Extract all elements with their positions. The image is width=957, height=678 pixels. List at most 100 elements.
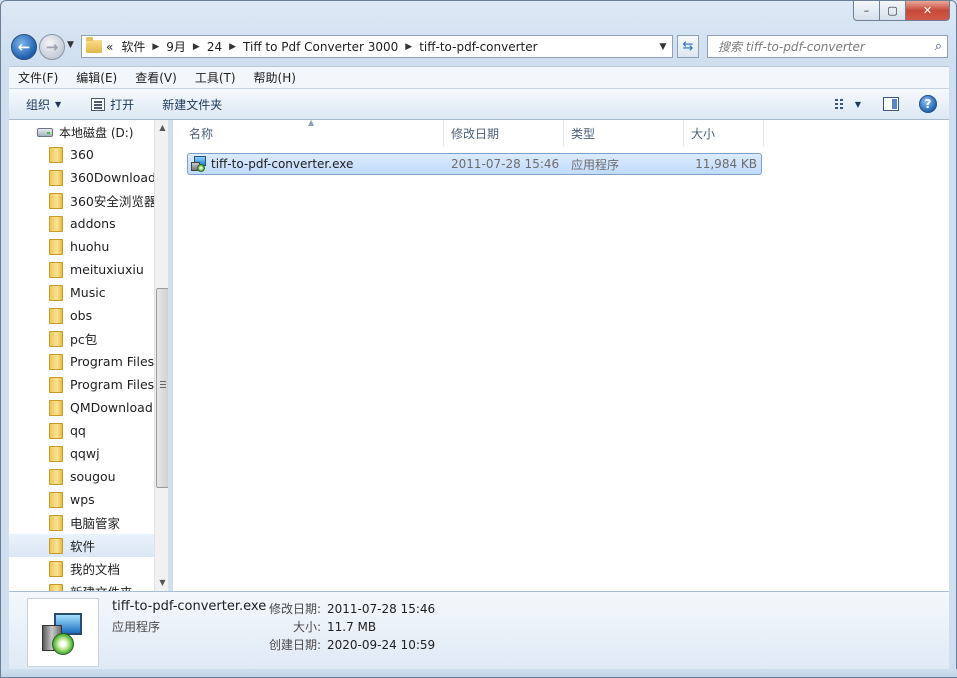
tree-item[interactable]: Program Files (x86) <box>9 373 154 396</box>
folder-icon <box>49 307 63 324</box>
tree-item[interactable]: huohu <box>9 235 154 258</box>
recent-pages-dropdown[interactable]: ▼ <box>67 40 74 50</box>
breadcrumb-item[interactable]: 9月 <box>166 38 186 55</box>
breadcrumb-item[interactable]: 软件 <box>121 38 145 55</box>
column-header-date[interactable]: 修改日期 <box>444 120 564 146</box>
column-header-row: ▲ 名称 修改日期 类型 大小 <box>173 118 949 146</box>
tree-item-drive-d[interactable]: 本地磁盘 (D:) <box>37 124 133 141</box>
minimize-button[interactable]: – <box>853 1 880 21</box>
search-input[interactable] <box>716 38 916 55</box>
column-header-name-label: 名称 <box>189 126 214 141</box>
scrollbar-thumb[interactable] <box>156 288 168 488</box>
back-button[interactable]: ← <box>11 34 37 60</box>
forward-button[interactable]: → <box>39 34 65 60</box>
sort-ascending-icon: ▲ <box>308 118 315 127</box>
tree-item-label: 新建文件夹 <box>70 582 133 591</box>
help-icon[interactable]: ? <box>919 95 937 113</box>
tree-item[interactable]: qq <box>9 419 154 442</box>
organize-label: 组织 <box>26 97 51 112</box>
preview-pane-icon[interactable] <box>883 97 899 111</box>
tree-item[interactable]: obs <box>9 304 154 327</box>
folder-icon <box>49 238 63 255</box>
tree-item[interactable]: 新建文件夹 <box>9 580 154 591</box>
address-dropdown-icon[interactable]: ▼ <box>654 42 672 52</box>
refresh-button[interactable]: ⇆ <box>677 35 699 58</box>
column-header-size[interactable]: 大小 <box>684 120 764 146</box>
tree-item[interactable]: 我的文档 <box>9 557 154 580</box>
details-created-value: 2020-09-24 10:59 <box>327 638 436 652</box>
breadcrumb-item[interactable]: 24 <box>207 40 222 54</box>
menu-help[interactable]: 帮助(H) <box>245 69 305 86</box>
details-modified-value: 2011-07-28 15:46 <box>327 602 436 616</box>
details-size-value: 11.7 MB <box>327 620 377 634</box>
chevron-right-icon[interactable]: ▶ <box>193 42 200 52</box>
tree-item[interactable]: wps <box>9 488 154 511</box>
details-created-label: 创建日期: <box>268 638 321 652</box>
menu-view[interactable]: 查看(V) <box>126 69 186 86</box>
tree-item-label: meituxiuxiu <box>70 262 144 277</box>
folder-icon <box>49 491 63 508</box>
file-date: 2011-07-28 15:46 <box>451 157 560 171</box>
tree-item[interactable]: 360安全浏览器下载 <box>9 189 154 212</box>
menu-file[interactable]: 文件(F) <box>9 69 67 86</box>
tree-item[interactable]: qqwj <box>9 442 154 465</box>
chevron-right-icon[interactable]: ▶ <box>229 42 236 52</box>
tree-item-label: addons <box>70 216 116 231</box>
scroll-down-icon[interactable]: ▼ <box>155 575 168 591</box>
tree-item[interactable]: sougou <box>9 465 154 488</box>
tree-item[interactable]: 电脑管家 <box>9 511 154 534</box>
tree-item-label: Program Files <box>70 354 154 369</box>
scroll-up-icon[interactable]: ▲ <box>155 120 168 136</box>
navigation-scrollbar[interactable]: ▲ ▼ <box>154 120 168 591</box>
open-button[interactable]: 打开 <box>71 96 144 113</box>
file-size: 11,984 KB <box>695 157 757 171</box>
change-view-icon[interactable] <box>834 98 849 110</box>
organize-button[interactable]: 组织 ▼ <box>9 96 71 113</box>
breadcrumb-item-current[interactable]: tiff-to-pdf-converter <box>419 40 537 54</box>
view-options-dropdown-icon[interactable]: ▼ <box>855 100 861 109</box>
folder-icon <box>49 468 63 485</box>
tree-item[interactable]: pc包 <box>9 327 154 350</box>
tree-item[interactable]: Music <box>9 281 154 304</box>
tree-item[interactable]: 360 <box>9 143 154 166</box>
window-bottom-edge <box>1 669 957 677</box>
folder-icon <box>49 537 63 554</box>
tree-item-label: Program Files (x86) <box>70 377 154 392</box>
file-row-selected[interactable]: tiff-to-pdf-converter.exe 2011-07-28 15:… <box>187 153 762 175</box>
tree-drive-label: 本地磁盘 (D:) <box>59 126 134 140</box>
tree-item[interactable]: addons <box>9 212 154 235</box>
tree-item[interactable]: Program Files <box>9 350 154 373</box>
tree-item[interactable]: 360Downloads <box>9 166 154 189</box>
column-header-type[interactable]: 类型 <box>564 120 684 146</box>
command-bar-right: ▼ ? <box>834 95 949 113</box>
menu-edit[interactable]: 编辑(E) <box>67 69 126 86</box>
address-bar[interactable]: « 软件 ▶ 9月 ▶ 24 ▶ Tiff to Pdf Converter 3… <box>81 35 673 58</box>
folder-tree: 360 360Downloads 360安全浏览器下载 addons huohu meit… <box>9 143 154 591</box>
menu-tools[interactable]: 工具(T) <box>186 69 245 86</box>
tree-item[interactable]: QMDownload <box>9 396 154 419</box>
maximize-button[interactable]: ▢ <box>880 1 906 21</box>
chevron-right-icon[interactable]: ▶ <box>405 42 412 52</box>
folder-icon <box>49 353 63 370</box>
search-box[interactable]: ⌕ <box>707 35 948 58</box>
chevron-right-icon[interactable]: ▶ <box>152 42 159 52</box>
search-icon[interactable]: ⌕ <box>935 39 942 54</box>
tree-item-label: pc包 <box>70 332 98 347</box>
tree-item-label: sougou <box>70 469 116 484</box>
tree-item-selected[interactable]: 软件 <box>9 534 154 557</box>
tree-item-label: QMDownload <box>70 400 153 415</box>
close-button[interactable]: ✕ <box>906 1 950 21</box>
folder-icon <box>49 583 63 591</box>
grip-icon <box>160 381 166 382</box>
breadcrumb-overflow[interactable]: « <box>106 40 113 54</box>
tree-item-label: Music <box>70 285 106 300</box>
new-folder-button[interactable]: 新建文件夹 <box>144 96 232 113</box>
new-folder-label: 新建文件夹 <box>162 97 223 112</box>
column-header-name[interactable]: ▲ 名称 <box>173 118 444 146</box>
details-labels: 修改日期: 大小: 创建日期: <box>249 600 321 654</box>
explorer-window: – ▢ ✕ ← → ▼ « 软件 ▶ 9月 ▶ 24 ▶ Tiff to Pdf… <box>0 0 957 678</box>
folder-icon <box>49 514 63 531</box>
breadcrumb-item[interactable]: Tiff to Pdf Converter 3000 <box>243 40 398 54</box>
tree-item[interactable]: meituxiuxiu <box>9 258 154 281</box>
tree-item-label: 360 <box>70 147 94 162</box>
